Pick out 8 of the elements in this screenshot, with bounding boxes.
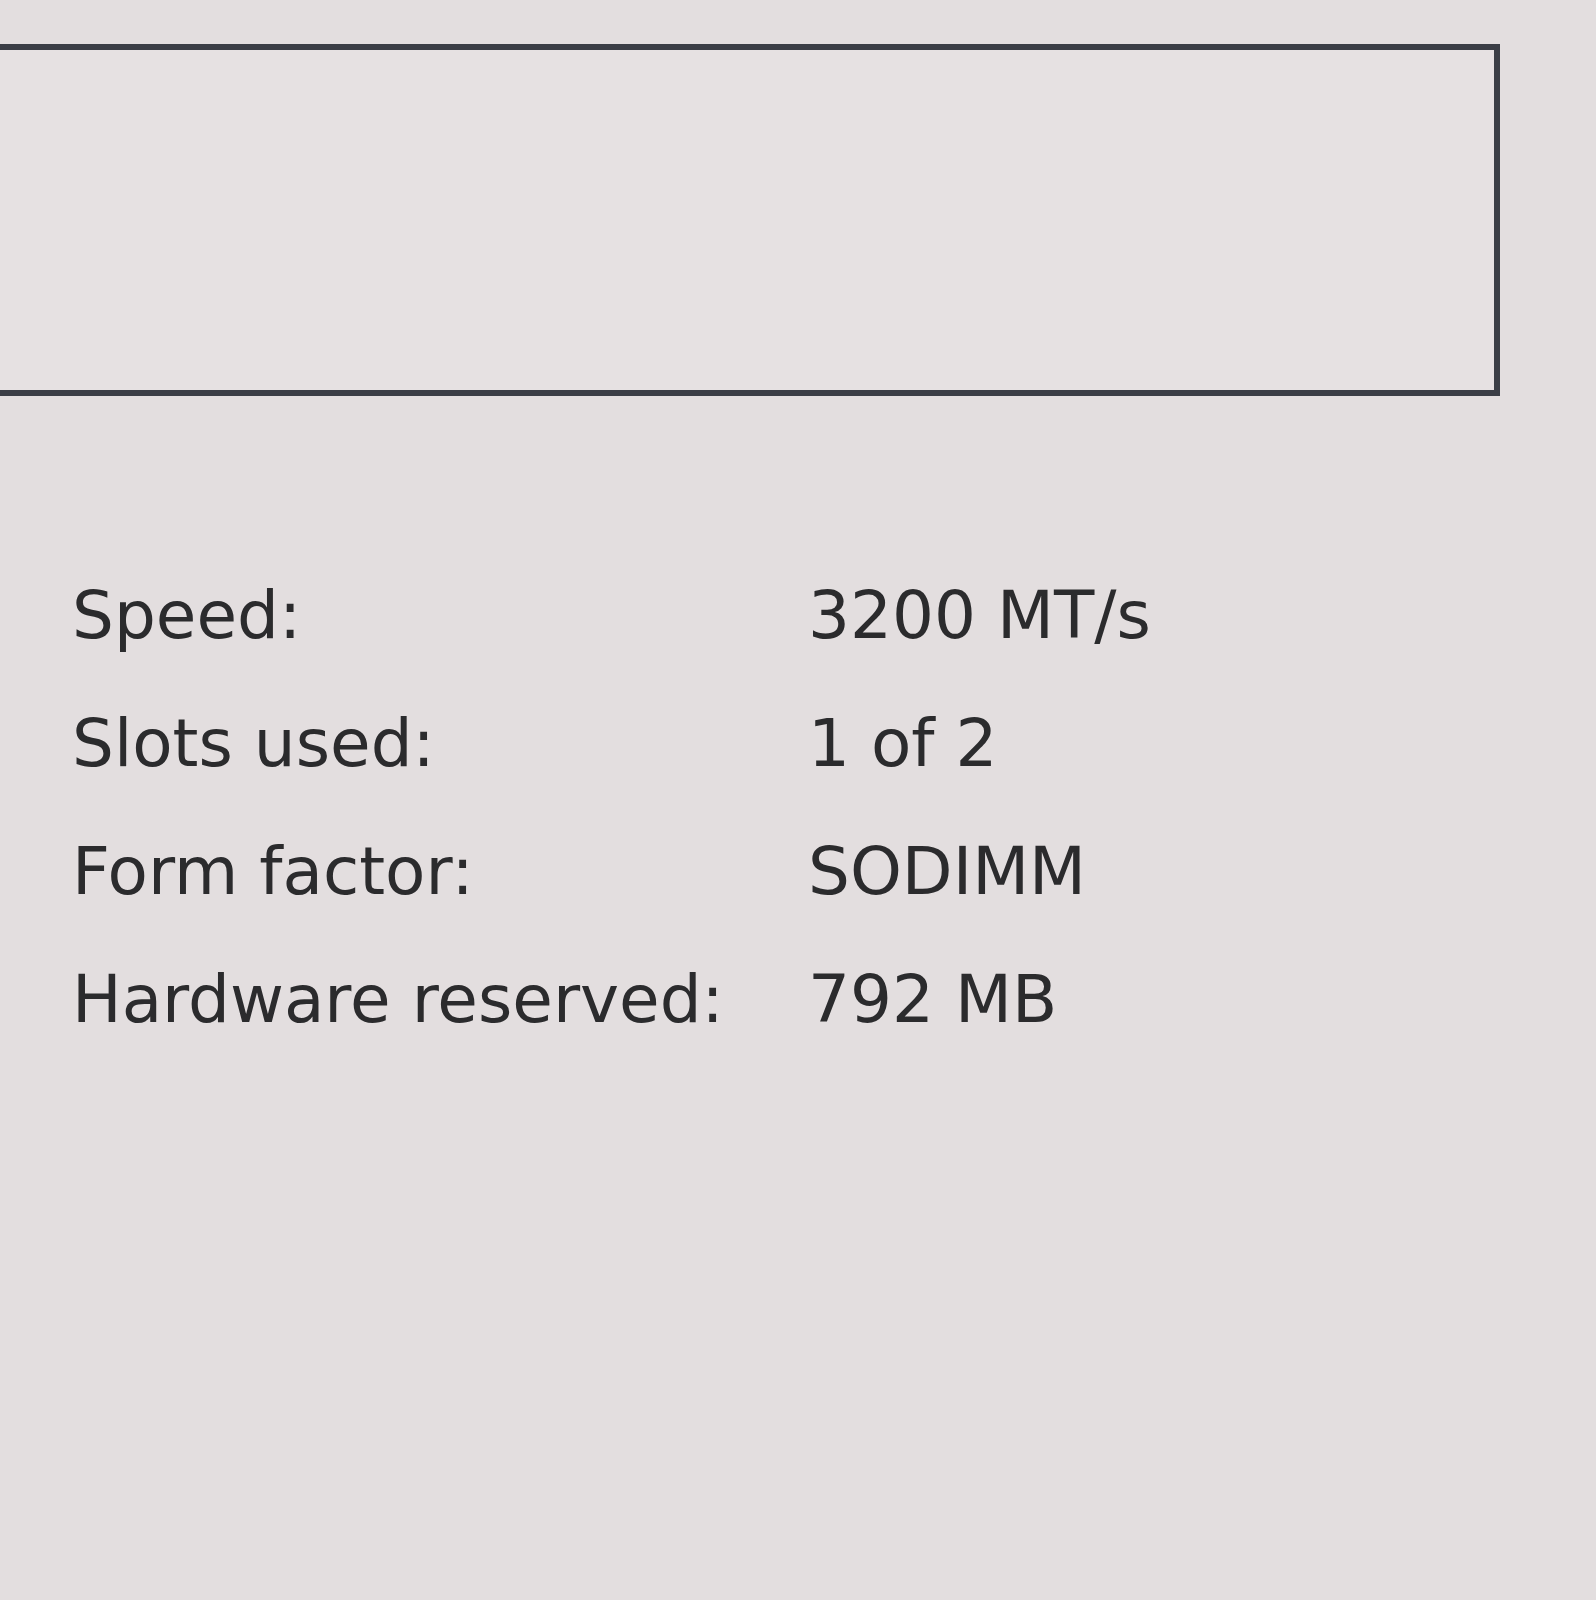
detail-label: Speed: xyxy=(72,576,302,656)
detail-value: SODIMM xyxy=(808,832,1087,912)
detail-label: Slots used: xyxy=(72,704,435,784)
detail-value: 1 of 2 xyxy=(808,704,998,784)
detail-label: Hardware reserved: xyxy=(72,960,724,1040)
detail-value: 3200 MT/s xyxy=(808,576,1151,656)
detail-value: 792 MB xyxy=(808,960,1058,1040)
detail-label: Form factor: xyxy=(72,832,474,912)
